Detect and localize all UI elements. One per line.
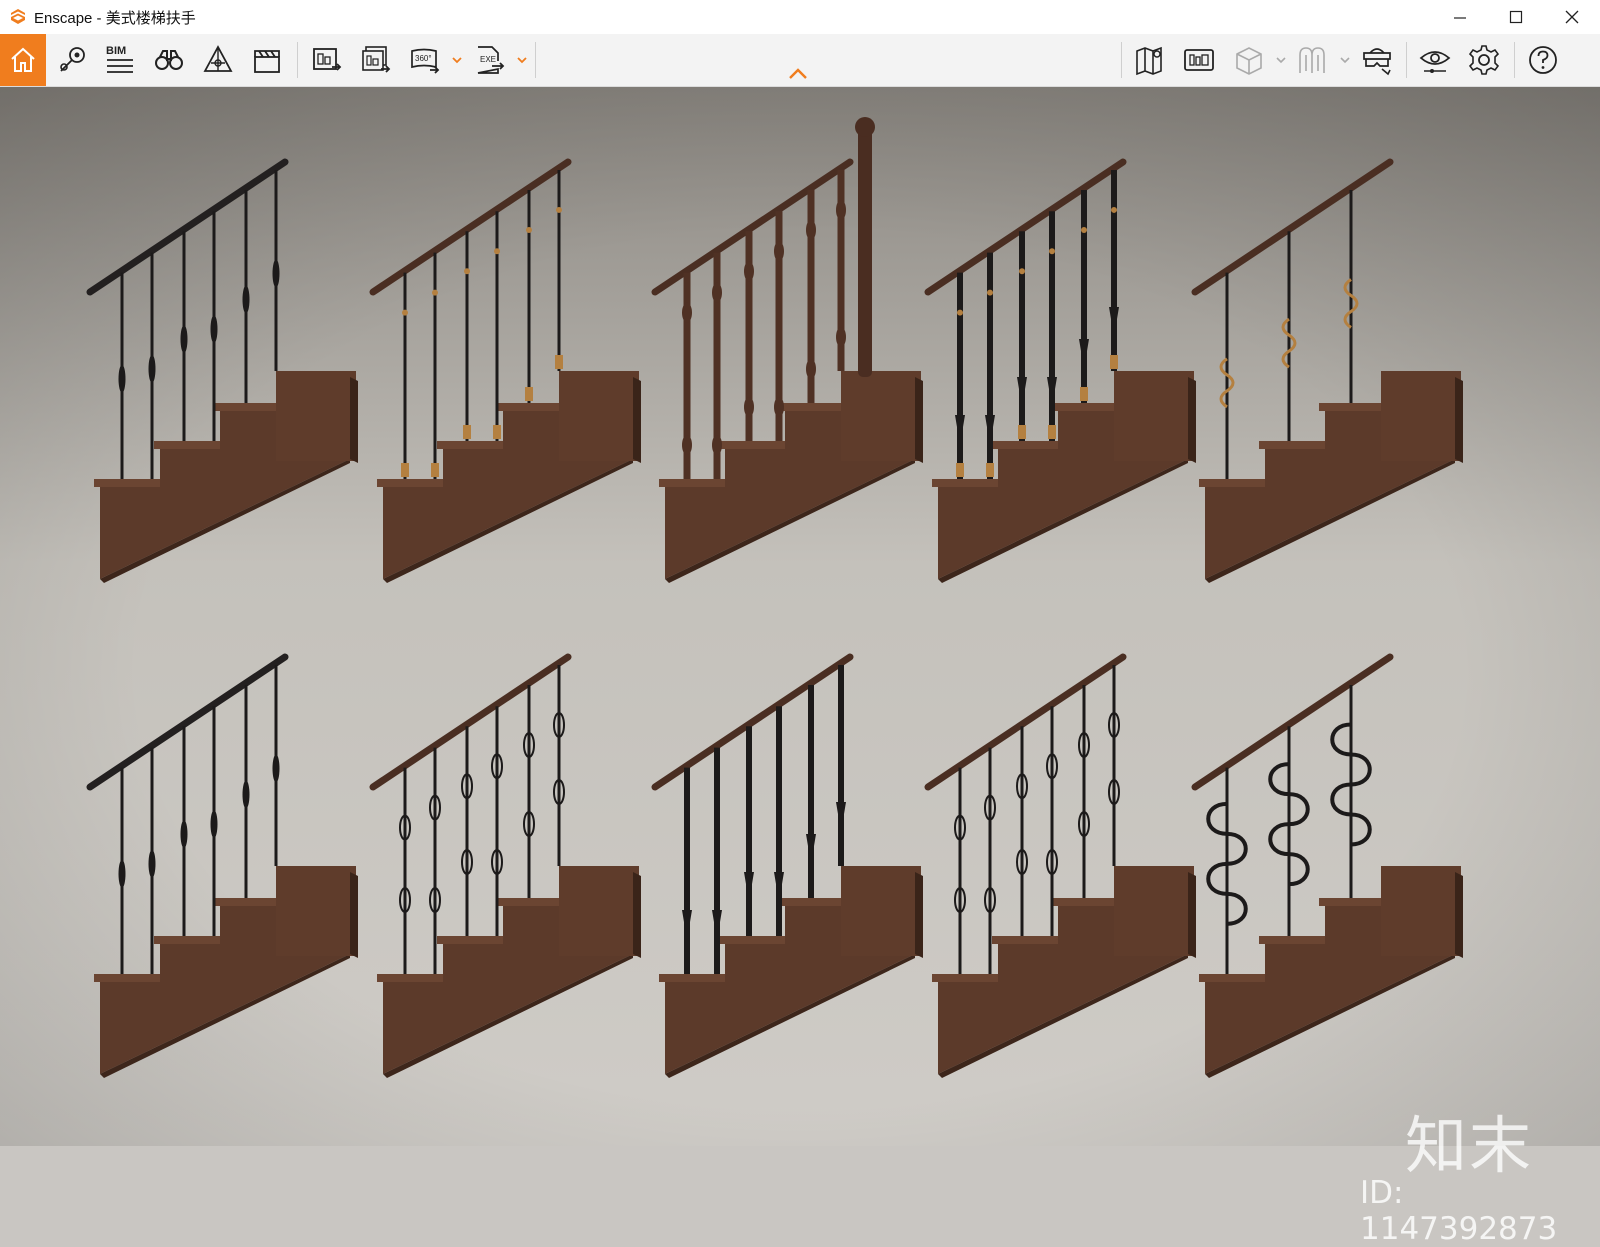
cube-dropdown-chevron-icon[interactable] — [1275, 54, 1287, 66]
asset-library-icon — [1184, 49, 1214, 71]
close-button[interactable] — [1544, 0, 1600, 34]
perspective-button[interactable] — [196, 38, 240, 82]
minimize-icon — [1454, 17, 1466, 19]
home-button[interactable] — [0, 34, 46, 86]
location-pin-icon — [60, 47, 85, 72]
enscape-logo-icon — [11, 9, 25, 24]
view-management-button[interactable] — [50, 38, 94, 82]
panorama-icon: 360° — [411, 48, 440, 74]
toolbar-separator — [297, 42, 298, 78]
toolbar-separator — [1121, 42, 1122, 78]
export-button[interactable]: EXE — [468, 38, 512, 82]
screenshot-icon — [313, 48, 342, 71]
svg-text:BIM: BIM — [106, 45, 126, 57]
batch-render-icon — [362, 46, 391, 73]
visual-settings-button[interactable] — [1413, 38, 1457, 82]
toolbar-separator — [535, 42, 536, 78]
headset-icon — [1363, 48, 1391, 76]
window-title: Enscape - 美式楼梯扶手 — [34, 9, 196, 27]
bim-info-button[interactable]: BIM — [98, 38, 142, 82]
panorama-dropdown-chevron-icon[interactable] — [451, 54, 463, 66]
toolbar-separator — [1406, 42, 1407, 78]
svg-text:EXE: EXE — [480, 55, 496, 64]
stair-railings-scene — [0, 87, 1600, 1146]
headset-button[interactable] — [1355, 38, 1399, 82]
close-icon — [1565, 10, 1579, 24]
toolbar-collapse-chevron-icon[interactable] — [786, 66, 810, 82]
screenshot-button[interactable] — [305, 38, 349, 82]
bim-info-icon: BIM — [106, 45, 133, 73]
perspective-icon — [203, 45, 233, 72]
map-icon — [1136, 46, 1162, 76]
title-bar: Enscape - 美式楼梯扶手 — [0, 0, 1600, 34]
render-viewport[interactable]: 知末 ID: 1147392873 — [0, 87, 1600, 1247]
watermark-brand: 知末 — [1405, 1109, 1534, 1182]
binoculars-button[interactable] — [147, 38, 191, 82]
home-icon — [11, 47, 35, 72]
window-controls — [1432, 0, 1600, 34]
vr-dropdown-chevron-icon[interactable] — [1339, 54, 1351, 66]
toolbar-separator — [1514, 42, 1515, 78]
vr-button[interactable] — [1290, 38, 1334, 82]
export-dropdown-chevron-icon[interactable] — [516, 54, 528, 66]
svg-text:360°: 360° — [415, 54, 432, 63]
export-exe-icon: EXE — [477, 46, 505, 74]
binoculars-icon — [155, 50, 183, 70]
map-button[interactable] — [1128, 38, 1172, 82]
video-editor-button[interactable] — [245, 38, 289, 82]
clapperboard-icon — [254, 50, 280, 73]
gear-icon — [1468, 45, 1500, 75]
minimize-button[interactable] — [1432, 0, 1488, 34]
batch-render-button[interactable] — [354, 38, 398, 82]
eye-icon — [1419, 51, 1451, 73]
help-button[interactable] — [1521, 38, 1565, 82]
panorama-button[interactable]: 360° — [403, 38, 447, 82]
watermark-id: ID: 1147392873 — [1360, 1175, 1558, 1247]
cube-icon — [1236, 47, 1262, 75]
maximize-button[interactable] — [1488, 0, 1544, 34]
asset-library-button[interactable] — [1177, 38, 1221, 82]
help-icon — [1529, 46, 1557, 74]
vr-icon — [1299, 47, 1325, 73]
maximize-icon — [1509, 10, 1523, 24]
settings-button[interactable] — [1462, 38, 1506, 82]
cube-button[interactable] — [1226, 38, 1270, 82]
